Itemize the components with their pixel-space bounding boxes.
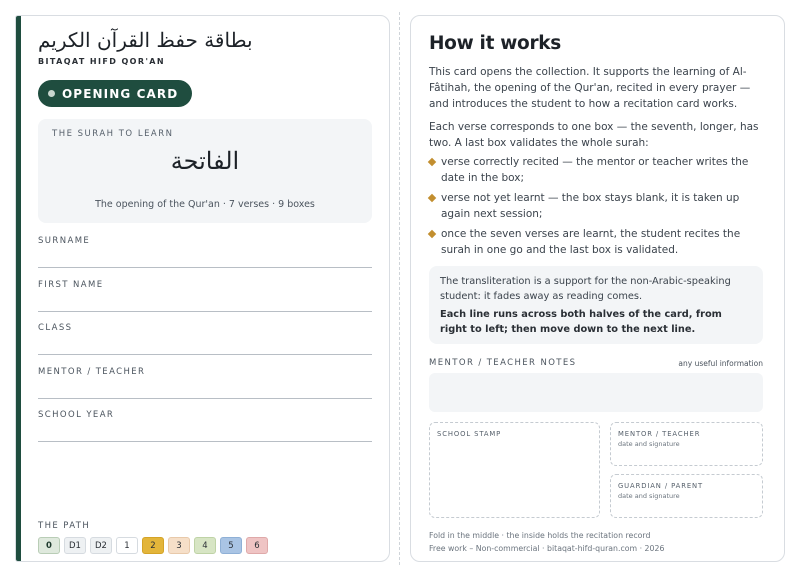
path-step-2: 2 <box>142 537 164 554</box>
mentor-teacher-field[interactable]: MENTOR / TEACHER <box>38 367 372 399</box>
surah-arabic: الفاتحة <box>170 147 240 175</box>
surname-field[interactable]: SURNAME <box>38 236 372 268</box>
school-stamp-box[interactable]: SCHOOL STAMP <box>429 422 600 518</box>
guardian-signature-label: GUARDIAN / PARENT <box>618 482 704 490</box>
notes-hint: any useful information <box>678 359 763 368</box>
notes-label: MENTOR / TEACHER NOTES <box>429 358 577 368</box>
surname-label: SURNAME <box>38 236 91 246</box>
accent-bar <box>16 16 21 561</box>
path-steps: 0 D1 D2 1 2 3 4 5 6 <box>38 537 272 554</box>
school-year-field[interactable]: SCHOOL YEAR <box>38 410 372 442</box>
footer-credits: Free work – Non-commercial · bitaqat-hif… <box>429 544 665 553</box>
note-text: The transliteration is a support for the… <box>440 276 731 302</box>
card-front: بطاقة حفظ القرآن الكريم BITAQAT HIFD QOR… <box>15 15 390 562</box>
list-item: once the seven verses are learnt, the st… <box>427 226 765 258</box>
badge-dot-icon <box>48 90 55 97</box>
page-title: How it works <box>429 33 561 54</box>
arabic-title: بطاقة حفظ القرآن الكريم <box>38 28 253 52</box>
guardian-signature-box[interactable]: GUARDIAN / PARENT date and signature <box>610 474 763 518</box>
diamond-icon <box>427 157 437 167</box>
mentor-signature-label: MENTOR / TEACHER <box>618 430 701 438</box>
diamond-icon <box>427 193 437 203</box>
path-step-5: 5 <box>220 537 242 554</box>
path-step-d1: D1 <box>64 537 86 554</box>
path-step-d2: D2 <box>90 537 112 554</box>
note-bold-text: Each line runs across both halves of the… <box>440 309 722 335</box>
notes-area[interactable] <box>429 373 763 412</box>
guardian-signature-sub: date and signature <box>618 492 680 500</box>
surah-box: THE SURAH TO LEARN الفاتحة The opening o… <box>38 119 372 223</box>
diamond-icon <box>427 229 437 239</box>
class-field[interactable]: CLASS <box>38 323 372 355</box>
footer-fold-note: Fold in the middle · the inside holds th… <box>429 531 651 540</box>
path-step-1: 1 <box>116 537 138 554</box>
mentor-signature-box[interactable]: MENTOR / TEACHER date and signature <box>610 422 763 466</box>
path-step-3: 3 <box>168 537 190 554</box>
fold-line <box>399 12 400 565</box>
surah-subtitle: The opening of the Qur'an · 7 verses · 9… <box>95 199 315 210</box>
card-back: How it works This card opens the collect… <box>410 15 785 562</box>
school-year-label: SCHOOL YEAR <box>38 410 115 420</box>
list-item: verse not yet learnt — the box stays bla… <box>427 190 765 222</box>
school-stamp-label: SCHOOL STAMP <box>437 430 502 438</box>
path-step-0: 0 <box>38 537 60 554</box>
path-label: THE PATH <box>38 521 91 531</box>
opening-card-badge: OPENING CARD <box>38 80 193 107</box>
rules-list: verse correctly recited — the mentor or … <box>427 154 765 262</box>
mentor-teacher-label: MENTOR / TEACHER <box>38 367 146 377</box>
first-name-label: FIRST NAME <box>38 280 104 290</box>
first-name-field[interactable]: FIRST NAME <box>38 280 372 312</box>
latin-title: BITAQAT HIFD QOR'AN <box>38 57 165 66</box>
intro-paragraph: This card opens the collection. It suppo… <box>429 66 751 110</box>
badge-label: OPENING CARD <box>62 86 179 101</box>
list-item: verse correctly recited — the mentor or … <box>427 154 765 186</box>
path-step-4: 4 <box>194 537 216 554</box>
mentor-signature-sub: date and signature <box>618 440 680 448</box>
class-label: CLASS <box>38 323 73 333</box>
surah-label: THE SURAH TO LEARN <box>52 129 174 139</box>
transliteration-note: The transliteration is a support for the… <box>429 266 763 344</box>
verses-paragraph: Each verse corresponds to one box — the … <box>429 121 759 149</box>
path-step-6: 6 <box>246 537 268 554</box>
